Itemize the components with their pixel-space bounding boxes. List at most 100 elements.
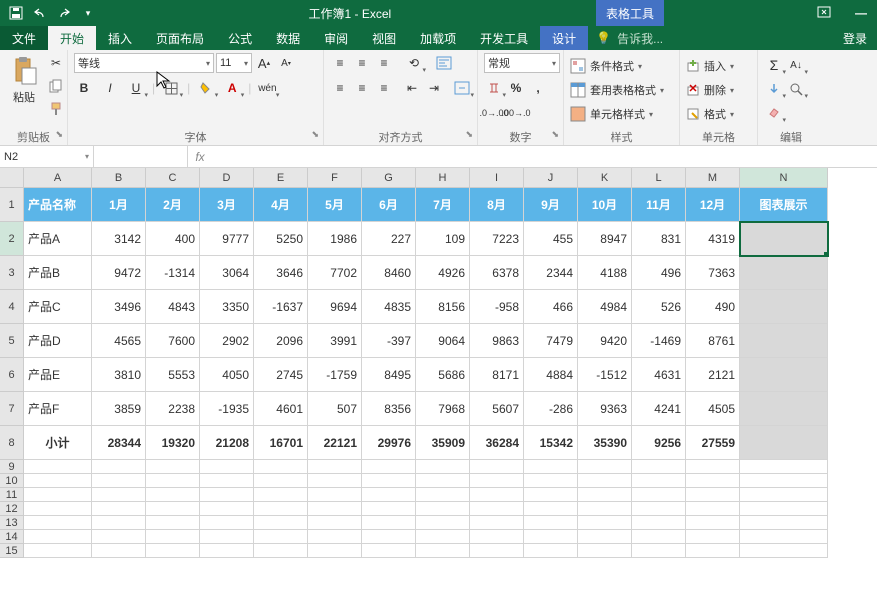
cell[interactable] bbox=[632, 516, 686, 530]
orientation-icon[interactable]: ⟲▾ bbox=[404, 53, 424, 73]
cell[interactable] bbox=[470, 474, 524, 488]
cell[interactable] bbox=[254, 460, 308, 474]
tab-view[interactable]: 视图 bbox=[360, 26, 408, 50]
undo-icon[interactable] bbox=[30, 3, 50, 23]
tab-design[interactable]: 设计 bbox=[540, 26, 588, 50]
font-launcher[interactable]: ⬊ bbox=[311, 129, 319, 140]
ribbon-options-icon[interactable] bbox=[817, 6, 841, 20]
cell[interactable]: 产品A bbox=[24, 222, 92, 256]
cell[interactable]: 小计 bbox=[24, 426, 92, 460]
borders-icon[interactable]: ▾ bbox=[161, 78, 181, 98]
cell[interactable] bbox=[146, 530, 200, 544]
cell[interactable] bbox=[362, 516, 416, 530]
cell[interactable] bbox=[92, 460, 146, 474]
cell[interactable]: 490 bbox=[686, 290, 740, 324]
cell[interactable] bbox=[254, 502, 308, 516]
cell[interactable] bbox=[416, 460, 470, 474]
select-all-corner[interactable] bbox=[0, 168, 24, 188]
cell[interactable]: 1986 bbox=[308, 222, 362, 256]
cell[interactable]: 8171 bbox=[470, 358, 524, 392]
cell[interactable] bbox=[686, 544, 740, 558]
cell[interactable] bbox=[308, 474, 362, 488]
col-head-J[interactable]: J bbox=[524, 168, 578, 188]
grow-font-icon[interactable]: A▴ bbox=[254, 53, 274, 73]
underline-button[interactable]: U▾ bbox=[126, 78, 146, 98]
cell[interactable]: 4565 bbox=[92, 324, 146, 358]
cell[interactable]: 4319 bbox=[686, 222, 740, 256]
cell[interactable]: 产品名称 bbox=[24, 188, 92, 222]
col-head-D[interactable]: D bbox=[200, 168, 254, 188]
cell[interactable]: 15342 bbox=[524, 426, 578, 460]
cell[interactable]: 7363 bbox=[686, 256, 740, 290]
cell[interactable] bbox=[524, 460, 578, 474]
cell[interactable] bbox=[24, 474, 92, 488]
cell[interactable] bbox=[740, 544, 828, 558]
row-head-14[interactable]: 14 bbox=[0, 530, 24, 544]
cell[interactable]: 5686 bbox=[416, 358, 470, 392]
cell[interactable] bbox=[24, 544, 92, 558]
tab-home[interactable]: 开始 bbox=[48, 26, 96, 50]
cell[interactable]: 3859 bbox=[92, 392, 146, 426]
cell[interactable] bbox=[578, 488, 632, 502]
cell[interactable]: 9256 bbox=[632, 426, 686, 460]
cell[interactable] bbox=[524, 516, 578, 530]
cell[interactable] bbox=[416, 474, 470, 488]
cell[interactable]: 27559 bbox=[686, 426, 740, 460]
cell[interactable] bbox=[632, 544, 686, 558]
phonetic-icon[interactable]: wén▾ bbox=[257, 78, 277, 98]
cell[interactable] bbox=[92, 516, 146, 530]
cell-styles-button[interactable]: 单元格样式▾ bbox=[570, 103, 653, 125]
cell[interactable] bbox=[416, 516, 470, 530]
cell[interactable] bbox=[686, 474, 740, 488]
save-icon[interactable] bbox=[6, 3, 26, 23]
row-head-13[interactable]: 13 bbox=[0, 516, 24, 530]
tab-file[interactable]: 文件 bbox=[0, 26, 48, 50]
cell[interactable] bbox=[740, 324, 828, 358]
cell[interactable] bbox=[686, 460, 740, 474]
cell[interactable] bbox=[24, 530, 92, 544]
cell[interactable]: 8761 bbox=[686, 324, 740, 358]
cell[interactable]: 400 bbox=[146, 222, 200, 256]
cell[interactable]: 9863 bbox=[470, 324, 524, 358]
cell[interactable] bbox=[686, 530, 740, 544]
cell[interactable]: 4631 bbox=[632, 358, 686, 392]
cell[interactable]: 8947 bbox=[578, 222, 632, 256]
cell[interactable] bbox=[362, 488, 416, 502]
tab-layout[interactable]: 页面布局 bbox=[144, 26, 216, 50]
align-left-icon[interactable]: ≡ bbox=[330, 78, 350, 98]
cell[interactable] bbox=[254, 488, 308, 502]
cell[interactable] bbox=[254, 516, 308, 530]
number-format-combo[interactable]: 常规▾ bbox=[484, 53, 560, 73]
cell[interactable] bbox=[362, 530, 416, 544]
cell[interactable] bbox=[146, 474, 200, 488]
cell[interactable] bbox=[200, 544, 254, 558]
cell[interactable]: 9420 bbox=[578, 324, 632, 358]
cell[interactable]: 3991 bbox=[308, 324, 362, 358]
qat-more-icon[interactable]: ▾ bbox=[78, 3, 98, 23]
cell[interactable] bbox=[92, 488, 146, 502]
cell[interactable] bbox=[632, 474, 686, 488]
cell[interactable]: 4984 bbox=[578, 290, 632, 324]
cell[interactable] bbox=[578, 460, 632, 474]
align-middle-icon[interactable]: ≡ bbox=[352, 53, 372, 73]
cell[interactable] bbox=[24, 516, 92, 530]
align-bottom-icon[interactable]: ≡ bbox=[374, 53, 394, 73]
cell[interactable]: 4843 bbox=[146, 290, 200, 324]
cell[interactable] bbox=[92, 502, 146, 516]
cell[interactable] bbox=[92, 544, 146, 558]
percent-icon[interactable]: % bbox=[506, 78, 526, 98]
cell[interactable] bbox=[632, 488, 686, 502]
col-head-C[interactable]: C bbox=[146, 168, 200, 188]
cell[interactable] bbox=[24, 460, 92, 474]
cell[interactable] bbox=[416, 488, 470, 502]
cell[interactable] bbox=[632, 530, 686, 544]
cell[interactable]: -1637 bbox=[254, 290, 308, 324]
cell[interactable] bbox=[416, 530, 470, 544]
cell[interactable] bbox=[470, 488, 524, 502]
cell[interactable] bbox=[146, 460, 200, 474]
cell[interactable]: 2096 bbox=[254, 324, 308, 358]
cell[interactable] bbox=[362, 502, 416, 516]
cell[interactable] bbox=[524, 474, 578, 488]
cell[interactable] bbox=[740, 474, 828, 488]
cell[interactable]: -286 bbox=[524, 392, 578, 426]
